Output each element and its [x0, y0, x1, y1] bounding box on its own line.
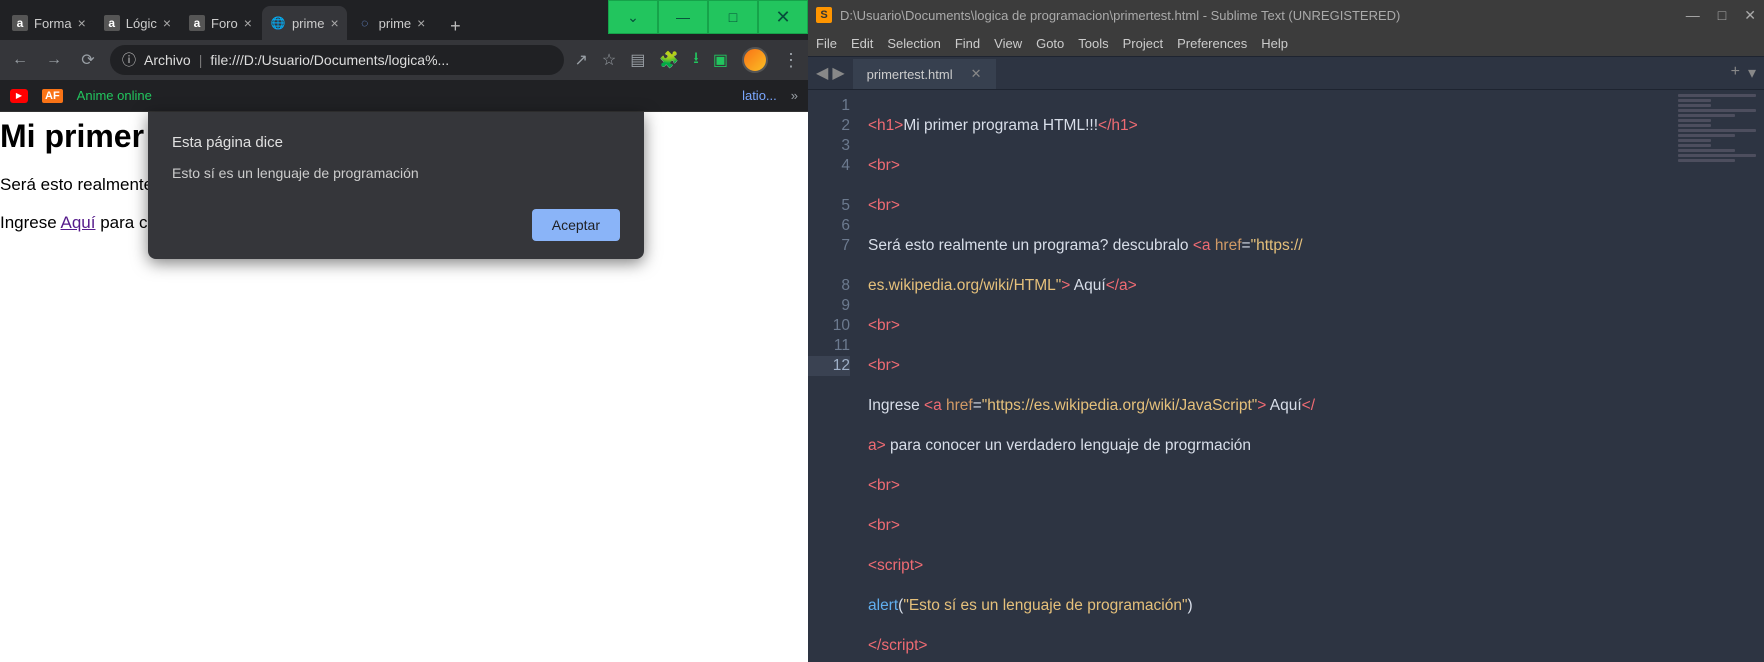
bookmarks-overflow-icon[interactable]: »	[791, 88, 798, 103]
favicon-a-icon: a	[189, 15, 205, 31]
address-bar: ← → ⟳ ⓘ Archivo | file:///D:/Usuario/Doc…	[0, 40, 808, 80]
menu-preferences[interactable]: Preferences	[1177, 36, 1247, 51]
browser-tab-foro[interactable]: aForo×	[181, 6, 260, 40]
browser-tab-forma[interactable]: aForma×	[4, 6, 94, 40]
tab-forward-icon[interactable]: ▶	[832, 63, 844, 83]
address-bar-actions: ↗ ☆ ▤ 🧩 ⭳ ▣ ⋮	[574, 47, 800, 74]
menu-edit[interactable]: Edit	[851, 36, 873, 51]
menu-tools[interactable]: Tools	[1078, 36, 1108, 51]
menu-project[interactable]: Project	[1123, 36, 1163, 51]
menu-file[interactable]: File	[816, 36, 837, 51]
url-separator: |	[199, 52, 203, 68]
tab-back-icon[interactable]: ◀	[816, 63, 828, 83]
browser-tab-prime-loading[interactable]: ◌prime×	[349, 6, 434, 40]
browser-tab-prime-active[interactable]: 🌐prime×	[262, 6, 347, 40]
sublime-window-controls: — □ ✕	[1686, 7, 1756, 24]
menu-view[interactable]: View	[994, 36, 1022, 51]
js-alert-dialog: Esta página dice Esto sí es un lenguaje …	[148, 112, 644, 259]
tab-close-icon[interactable]: ✕	[971, 66, 982, 82]
chrome-menu-icon[interactable]: ⋮	[782, 50, 800, 71]
sublime-minimize-button[interactable]: —	[1686, 7, 1700, 24]
af-icon: AF	[42, 89, 63, 103]
tab-bar-actions: + ▾	[1731, 63, 1756, 83]
favicon-spinner-icon: ◌	[357, 15, 373, 31]
close-tab-icon[interactable]: ×	[417, 15, 425, 31]
back-button[interactable]: ←	[8, 51, 32, 69]
sublime-close-button[interactable]: ✕	[1744, 7, 1756, 24]
download-icon[interactable]: ⭳	[693, 47, 699, 74]
os-minimize-button[interactable]: —	[658, 0, 708, 34]
sublime-tab-bar: ◀ ▶ primertest.html ✕ + ▾	[808, 56, 1764, 90]
close-tab-icon[interactable]: ×	[244, 15, 252, 31]
os-close-button[interactable]: ✕	[758, 0, 808, 34]
close-tab-icon[interactable]: ×	[330, 15, 338, 31]
sublime-menu-bar: File Edit Selection Find View Goto Tools…	[808, 30, 1764, 56]
favicon-a-icon: a	[12, 15, 28, 31]
app-icon[interactable]: ▣	[713, 50, 728, 70]
reload-button[interactable]: ⟳	[76, 50, 100, 70]
url-scheme-label: Archivo	[144, 52, 191, 68]
dialog-accept-button[interactable]: Aceptar	[532, 209, 620, 241]
bookmark-youtube[interactable]: ▶	[10, 89, 28, 103]
bookmark-anime-online[interactable]: Anime online	[77, 88, 152, 103]
minimap[interactable]	[1674, 90, 1764, 662]
favicon-globe-icon: 🌐	[270, 15, 286, 31]
code-editor[interactable]: 1 2 3 4 5 6 7 8 9 10 11 12 <h1>Mi primer…	[808, 90, 1764, 662]
os-maximize-button[interactable]: □	[708, 0, 758, 34]
favicon-a-icon: a	[104, 15, 120, 31]
page-viewport: Mi primer Será esto realmente un program…	[0, 112, 808, 662]
forward-button[interactable]: →	[42, 51, 66, 69]
sublime-titlebar: S D:\Usuario\Documents\logica de program…	[808, 0, 1764, 30]
share-icon[interactable]: ↗	[574, 50, 587, 70]
menu-find[interactable]: Find	[955, 36, 980, 51]
bookmark-latio[interactable]: latio...	[742, 88, 777, 103]
reader-icon[interactable]: ▤	[630, 50, 645, 70]
browser-window: ⌄ — □ ✕ aForma× aLógic× aForo× 🌐prime× ◌…	[0, 0, 808, 662]
extensions-icon[interactable]: 🧩	[659, 50, 679, 70]
tab-history-arrows: ◀ ▶	[816, 63, 845, 83]
tab-filename: primertest.html	[867, 67, 953, 82]
close-tab-icon[interactable]: ×	[163, 15, 171, 31]
menu-selection[interactable]: Selection	[887, 36, 940, 51]
menu-help[interactable]: Help	[1261, 36, 1288, 51]
bookmark-af[interactable]: AF	[42, 89, 63, 103]
browser-tab-logic[interactable]: aLógic×	[96, 6, 179, 40]
bookmarks-bar: ▶ AF Anime online latio... »	[0, 80, 808, 112]
url-path: file:///D:/Usuario/Documents/logica%...	[210, 52, 449, 68]
os-window-controls: ⌄ — □ ✕	[608, 0, 808, 34]
star-icon[interactable]: ☆	[602, 50, 616, 70]
new-tab-icon[interactable]: +	[1731, 63, 1740, 83]
tab-dropdown-icon[interactable]: ▾	[1748, 63, 1756, 83]
youtube-icon: ▶	[10, 89, 28, 103]
sublime-title-text: D:\Usuario\Documents\logica de programac…	[840, 8, 1678, 23]
dialog-title: Esta página dice	[172, 134, 620, 151]
site-info-icon[interactable]: ⓘ	[122, 50, 136, 70]
line-number-gutter: 1 2 3 4 5 6 7 8 9 10 11 12	[808, 90, 860, 662]
url-input[interactable]: ⓘ Archivo | file:///D:/Usuario/Documents…	[110, 45, 564, 75]
link-aqui-2[interactable]: Aquí	[61, 213, 96, 232]
menu-goto[interactable]: Goto	[1036, 36, 1064, 51]
sublime-logo-icon: S	[816, 7, 832, 23]
sublime-file-tab[interactable]: primertest.html ✕	[853, 59, 996, 89]
code-area[interactable]: <h1>Mi primer programa HTML!!!</h1> <br>…	[860, 90, 1764, 662]
profile-avatar[interactable]	[742, 47, 768, 73]
sublime-maximize-button[interactable]: □	[1718, 7, 1726, 24]
dialog-message: Esto sí es un lenguaje de programación	[172, 165, 620, 181]
os-dropdown-button[interactable]: ⌄	[608, 0, 658, 34]
new-tab-button[interactable]: +	[441, 12, 469, 40]
sublime-window: S D:\Usuario\Documents\logica de program…	[808, 0, 1764, 662]
close-tab-icon[interactable]: ×	[78, 15, 86, 31]
